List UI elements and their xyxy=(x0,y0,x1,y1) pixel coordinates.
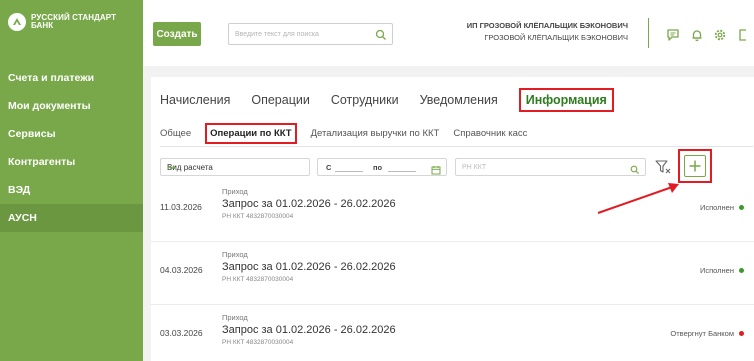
row-date: 11.03.2026 xyxy=(160,202,202,212)
subtab-kkt-operations[interactable]: Операции по ККТ xyxy=(205,123,297,144)
tab-operations[interactable]: Операции xyxy=(251,93,309,107)
bank-name: РУССКИЙ СТАНДАРТ БАНК xyxy=(31,14,116,30)
row-title: Запрос за 01.02.2026 - 26.02.2026 xyxy=(222,198,396,210)
bank-logo[interactable]: РУССКИЙ СТАНДАРТ БАНК xyxy=(0,0,143,44)
user-company: ИП ГРОЗОВОЙ КЛЁПАЛЬЩИК БЭКОНОВИЧ xyxy=(466,21,628,30)
row-type: Приход xyxy=(222,313,248,322)
calc-type-select[interactable]: Вид расчета xyxy=(160,158,310,176)
bell-icon[interactable] xyxy=(690,28,704,47)
rn-kkt-input[interactable] xyxy=(462,162,622,173)
row-date: 04.03.2026 xyxy=(160,265,203,275)
search-icon[interactable] xyxy=(375,28,387,46)
status-dot xyxy=(739,331,744,336)
sidebar-item-ausn[interactable]: АУСН xyxy=(0,204,143,232)
subtab-cash-registry[interactable]: Справочник касс xyxy=(453,128,527,139)
table-row[interactable]: 11.03.2026 Приход Запрос за 01.02.2026 -… xyxy=(151,180,754,242)
sidebar-item-accounts[interactable]: Счета и платежи xyxy=(0,64,143,92)
calendar-icon[interactable] xyxy=(431,162,441,180)
gear-icon[interactable] xyxy=(713,28,727,47)
logout-icon[interactable] xyxy=(737,28,751,47)
main-tabs: Начисления Операции Сотрудники Уведомлен… xyxy=(160,88,635,112)
plus-icon xyxy=(689,160,701,172)
status-dot xyxy=(739,205,744,210)
top-divider xyxy=(648,18,649,48)
chat-icon[interactable] xyxy=(666,28,680,47)
user-info[interactable]: ИП ГРОЗОВОЙ КЛЁПАЛЬЩИК БЭКОНОВИЧ ГРОЗОВО… xyxy=(423,20,628,44)
tab-notifications[interactable]: Уведомления xyxy=(420,93,498,107)
sidebar-item-documents[interactable]: Мои документы xyxy=(0,92,143,120)
sidebar: РУССКИЙ СТАНДАРТ БАНК Счета и платежи Мо… xyxy=(0,0,143,361)
search-box xyxy=(228,23,393,45)
table-row[interactable]: 03.03.2026 Приход Запрос за 01.02.2026 -… xyxy=(151,306,754,361)
status-badge: Исполнен xyxy=(699,266,734,275)
row-kkt: РН ККТ 4832870030004 xyxy=(222,276,294,283)
row-kkt: РН ККТ 4832870030004 xyxy=(222,339,294,346)
row-title: Запрос за 01.02.2026 - 26.02.2026 xyxy=(222,261,396,273)
sidebar-item-counterparties[interactable]: Контрагенты xyxy=(0,148,143,176)
bank-logo-icon xyxy=(8,13,26,31)
tab-accruals[interactable]: Начисления xyxy=(160,93,230,107)
status-dot xyxy=(739,268,744,273)
row-type: Приход xyxy=(222,187,248,196)
bank-name-line2: БАНК xyxy=(31,21,54,30)
chevron-down-icon xyxy=(167,163,303,174)
add-button[interactable] xyxy=(684,155,706,177)
status-badge: Исполнен xyxy=(699,203,734,212)
row-kkt: РН ККТ 4832870030004 xyxy=(222,213,294,220)
subtab-revenue-details[interactable]: Детализация выручки по ККТ xyxy=(311,128,440,139)
row-type: Приход xyxy=(222,250,248,259)
create-button[interactable]: Создать xyxy=(153,22,201,46)
main-panel: Начисления Операции Сотрудники Уведомлен… xyxy=(151,77,754,361)
tab-employees[interactable]: Сотрудники xyxy=(331,93,399,107)
table-row[interactable]: 04.03.2026 Приход Запрос за 01.02.2026 -… xyxy=(151,243,754,305)
date-to-placeholder xyxy=(388,171,416,172)
status-badge: Отвергнут Банком xyxy=(670,329,734,338)
search-input[interactable] xyxy=(235,28,370,41)
top-bar: Создать ИП ГРОЗОВОЙ КЛЁПАЛЬЩИК БЭКОНОВИЧ… xyxy=(143,0,754,66)
sidebar-nav: Счета и платежи Мои документы Сервисы Ко… xyxy=(0,64,143,232)
row-title: Запрос за 01.02.2026 - 26.02.2026 xyxy=(222,324,396,336)
row-date: 03.03.2026 xyxy=(160,328,203,338)
tab-information[interactable]: Информация xyxy=(518,88,614,112)
filter-clear-icon[interactable] xyxy=(653,157,673,177)
date-range-field[interactable]: С по xyxy=(317,158,447,176)
date-from-label: С xyxy=(326,163,332,172)
sub-tabs: Общее Операции по ККТ Детализация выручк… xyxy=(160,123,541,144)
sidebar-item-services[interactable]: Сервисы xyxy=(0,120,143,148)
subtab-general[interactable]: Общее xyxy=(160,128,191,139)
rn-kkt-field xyxy=(455,158,646,176)
user-name: ГРОЗОВОЙ КЛЁПАЛЬЩИК БЭКОНОВИЧ xyxy=(484,33,628,42)
date-to-label: по xyxy=(373,163,383,172)
sidebar-item-ved[interactable]: ВЭД xyxy=(0,176,143,204)
search-icon[interactable] xyxy=(630,162,640,180)
tabs-divider xyxy=(160,146,753,147)
date-from-placeholder xyxy=(335,171,363,172)
